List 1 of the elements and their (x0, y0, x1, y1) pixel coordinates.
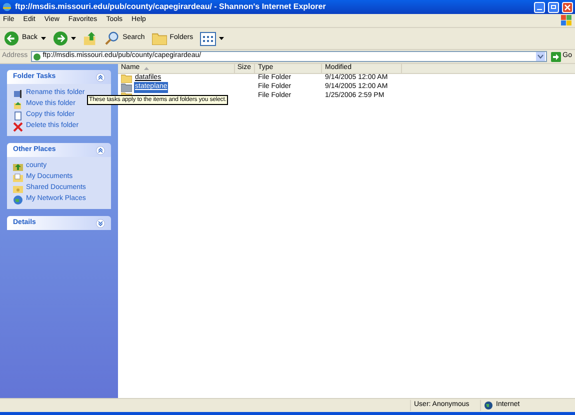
window-title: ftp://msdis.missouri.edu/pub/county/capegirardeau/ - Shannon's Internet Explorer (15, 1, 327, 13)
